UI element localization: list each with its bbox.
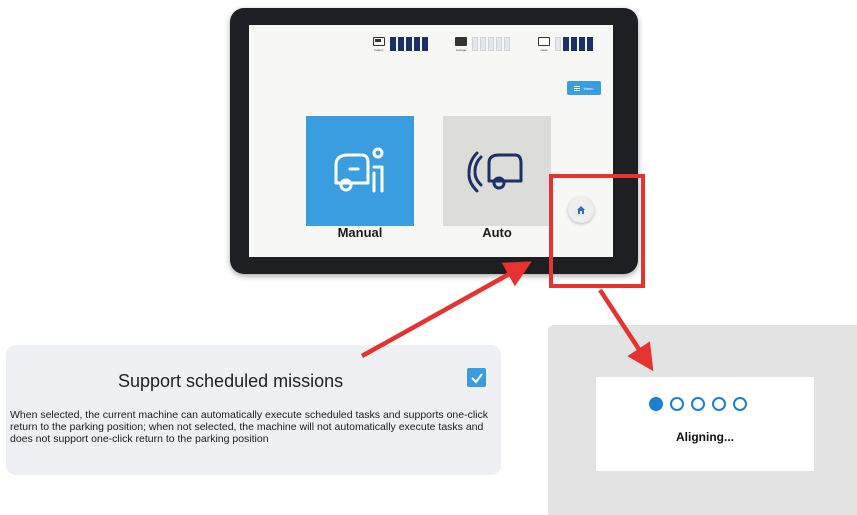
arrow-to-home-button xyxy=(360,261,532,358)
arrow-to-aligning-panel xyxy=(598,288,654,372)
callout-arrows xyxy=(360,261,654,372)
